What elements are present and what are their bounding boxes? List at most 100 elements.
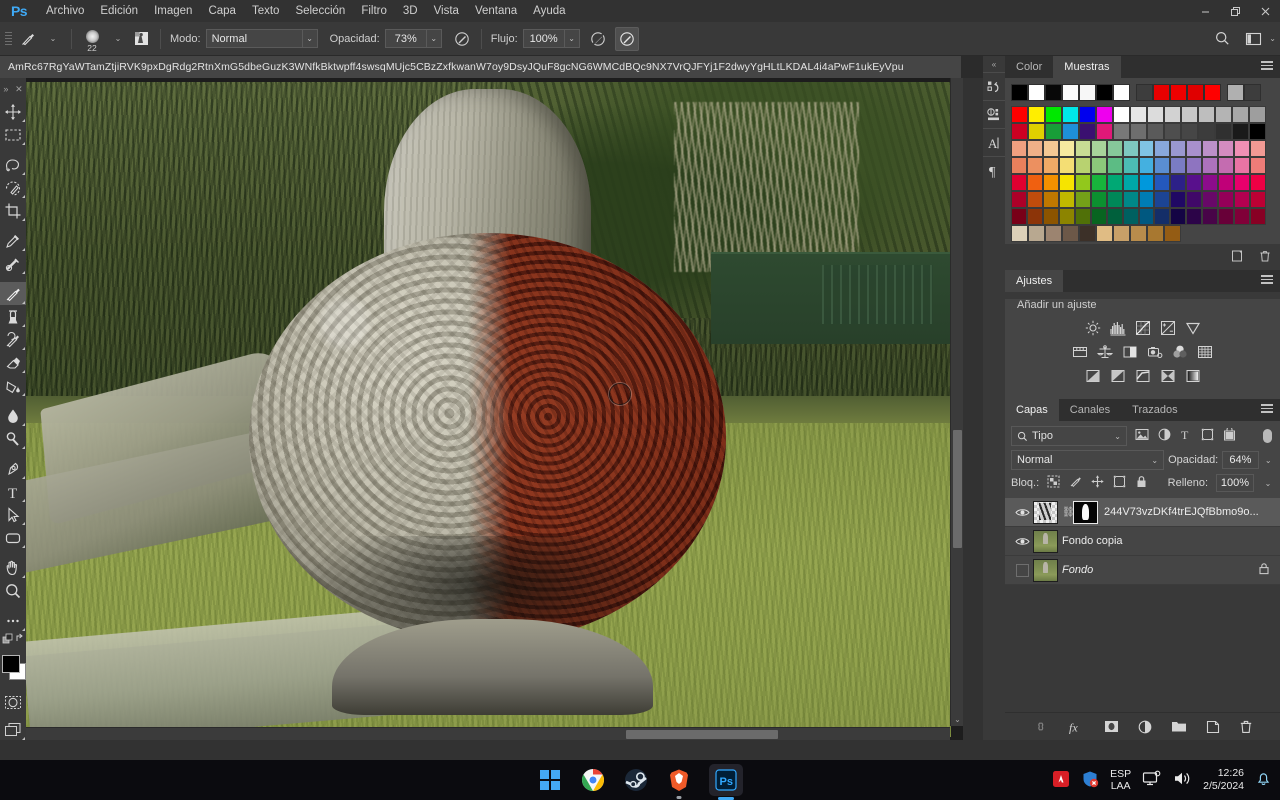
- rectangle-tool[interactable]: [0, 526, 26, 549]
- swatch[interactable]: [1147, 106, 1164, 123]
- swatch[interactable]: [1170, 157, 1187, 174]
- link-icon[interactable]: [1033, 720, 1049, 733]
- swatch[interactable]: [1122, 191, 1139, 208]
- swatch[interactable]: [1028, 123, 1045, 140]
- move-tool[interactable]: [0, 100, 26, 123]
- swatch[interactable]: [1074, 140, 1091, 157]
- swatch[interactable]: [1090, 208, 1107, 225]
- swatch[interactable]: [1154, 174, 1171, 191]
- airbrush-icon[interactable]: [586, 27, 610, 51]
- swatch[interactable]: [1058, 174, 1075, 191]
- swatch[interactable]: [1250, 174, 1266, 191]
- swatch[interactable]: [1232, 123, 1249, 140]
- swatch[interactable]: [1250, 140, 1266, 157]
- document-image[interactable]: [26, 82, 951, 737]
- swatch[interactable]: [1186, 208, 1203, 225]
- move-icon[interactable]: [1091, 475, 1104, 491]
- clock[interactable]: 12:26 2/5/2024: [1203, 767, 1244, 793]
- brightness-icon[interactable]: [1084, 319, 1101, 336]
- swatch[interactable]: [1042, 191, 1059, 208]
- network-monitor-icon[interactable]: [1142, 770, 1162, 791]
- flow-dropdown[interactable]: 100% ⌄: [522, 29, 580, 48]
- swatch[interactable]: [1202, 191, 1219, 208]
- swatch[interactable]: [1026, 174, 1043, 191]
- swatch[interactable]: [1215, 106, 1232, 123]
- swatch[interactable]: [1218, 191, 1235, 208]
- selective-color-icon[interactable]: [1159, 367, 1176, 384]
- panel-menu-icon[interactable]: [1261, 61, 1273, 70]
- recent-swatch[interactable]: [1136, 84, 1153, 101]
- edit-toolbar[interactable]: [0, 609, 26, 632]
- swatch[interactable]: [1062, 225, 1079, 242]
- swatch[interactable]: [1106, 174, 1123, 191]
- swatch[interactable]: [1218, 174, 1235, 191]
- layer-blend-mode-dropdown[interactable]: Normal ⌄: [1011, 450, 1165, 470]
- threshold-icon[interactable]: [1134, 367, 1151, 384]
- swatch[interactable]: [1154, 191, 1171, 208]
- type-t-icon[interactable]: T: [1180, 428, 1192, 444]
- swatch[interactable]: [1138, 208, 1155, 225]
- swatch[interactable]: [1106, 140, 1123, 157]
- minimize-button[interactable]: [1190, 0, 1220, 22]
- recent-swatch[interactable]: [1011, 84, 1028, 101]
- menu-item-ventana[interactable]: Ventana: [467, 0, 525, 22]
- path-selection-tool[interactable]: [0, 503, 26, 526]
- clone-stamp-tool[interactable]: [0, 305, 26, 328]
- smart-object-icon[interactable]: [1223, 426, 1236, 444]
- swatch[interactable]: [1026, 157, 1043, 174]
- document-tab[interactable]: AmRc67RgYaWTamZtjiRVK9pxDgRdg2RtnXmG5dbe…: [0, 56, 962, 78]
- invert-icon[interactable]: [1084, 367, 1101, 384]
- swatch[interactable]: [1250, 157, 1266, 174]
- recent-swatch[interactable]: [1079, 84, 1096, 101]
- swatch[interactable]: [1011, 157, 1027, 174]
- lasso-tool[interactable]: [0, 153, 26, 176]
- brush-icon[interactable]: [1069, 475, 1082, 491]
- swatch[interactable]: [1011, 225, 1028, 242]
- layer-row[interactable]: ⛓ 244V73vzDKf4trEJQfBbmo9o...: [1005, 498, 1280, 527]
- swatch[interactable]: [1042, 140, 1059, 157]
- swatch[interactable]: [1154, 208, 1171, 225]
- recent-swatch[interactable]: [1170, 84, 1187, 101]
- brush-tool-icon[interactable]: [16, 27, 40, 51]
- dodge-tool[interactable]: [0, 427, 26, 450]
- swatch[interactable]: [1045, 106, 1062, 123]
- panel-menu-icon[interactable]: [1261, 275, 1273, 284]
- swatch[interactable]: [1218, 157, 1235, 174]
- blend-mode-dropdown[interactable]: Normal ⌄: [205, 29, 318, 48]
- eye-visible-icon[interactable]: [1011, 536, 1033, 547]
- swatch[interactable]: [1138, 140, 1155, 157]
- swatch[interactable]: [1250, 191, 1266, 208]
- trash-icon[interactable]: [1239, 719, 1253, 734]
- horizontal-scroll-thumb[interactable]: [626, 730, 778, 739]
- artboard-icon[interactable]: [1113, 475, 1126, 491]
- swatch[interactable]: [1130, 106, 1147, 123]
- swatch[interactable]: [1202, 208, 1219, 225]
- padlock-icon[interactable]: [1135, 475, 1148, 491]
- menu-item-capa[interactable]: Capa: [200, 0, 244, 22]
- scroll-down-icon[interactable]: ⌄: [951, 713, 963, 726]
- swatch[interactable]: [1096, 106, 1113, 123]
- swatch[interactable]: [1170, 191, 1187, 208]
- swatch[interactable]: [1090, 174, 1107, 191]
- eyedropper-tool[interactable]: [0, 229, 26, 252]
- swatch[interactable]: [1042, 208, 1059, 225]
- panel-menu-icon[interactable]: [1261, 404, 1273, 413]
- swatch[interactable]: [1234, 140, 1251, 157]
- adjustment-circle-icon[interactable]: [1158, 428, 1171, 444]
- quick-mask-icon[interactable]: [0, 691, 26, 714]
- swatch[interactable]: [1096, 123, 1113, 140]
- libraries-icon[interactable]: [983, 72, 1005, 100]
- swatch[interactable]: [1058, 140, 1075, 157]
- swatch[interactable]: [1026, 191, 1043, 208]
- layer-mask-link-icon[interactable]: ⛓: [1062, 507, 1075, 518]
- swatch[interactable]: [1218, 140, 1235, 157]
- swatch[interactable]: [1113, 225, 1130, 242]
- swatch[interactable]: [1186, 174, 1203, 191]
- recent-swatch[interactable]: [1153, 84, 1170, 101]
- chevron-down-icon[interactable]: ⌄: [1263, 456, 1274, 465]
- swatch[interactable]: [1106, 191, 1123, 208]
- gradient-tool[interactable]: [0, 374, 26, 397]
- swatch[interactable]: [1232, 106, 1249, 123]
- swatch[interactable]: [1028, 225, 1045, 242]
- chrome-taskbar-icon[interactable]: [580, 767, 606, 793]
